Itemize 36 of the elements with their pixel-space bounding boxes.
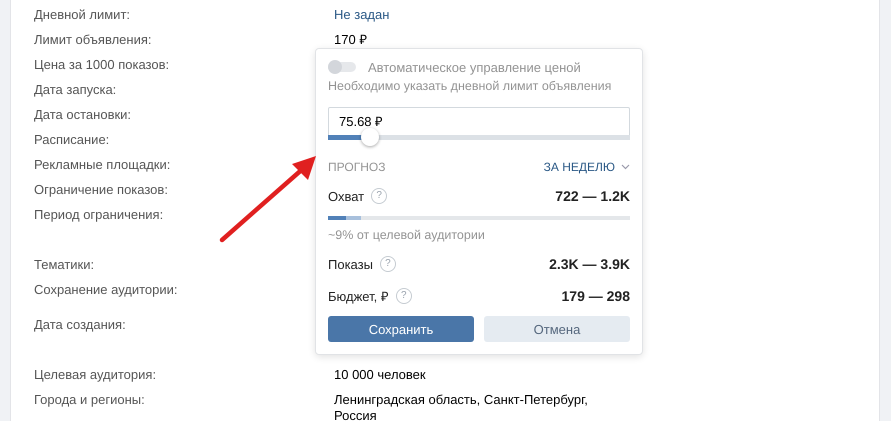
field-label: Дата создания: xyxy=(34,316,126,333)
help-icon[interactable]: ? xyxy=(380,256,396,272)
field-label: Целевая аудитория: xyxy=(34,366,156,383)
field-label: Дата остановки: xyxy=(34,106,132,123)
field-label: Период ограничения: xyxy=(34,206,164,223)
section-label: ПРОГНОЗ xyxy=(328,160,386,174)
field-label: Ограничение показов: xyxy=(34,181,168,198)
value-link[interactable]: Не задан xyxy=(334,4,390,23)
chevron-down-icon xyxy=(621,164,630,170)
metric-label: Охват xyxy=(328,188,364,204)
hint-text: Необходимо указать дневной лимит объявления xyxy=(328,79,612,93)
save-button[interactable]: Сохранить xyxy=(328,316,474,342)
period-dropdown[interactable]: ЗА НЕДЕЛЮ xyxy=(544,160,630,174)
field-label: Тематики: xyxy=(34,256,94,273)
help-icon[interactable]: ? xyxy=(371,188,388,204)
metric-label: Показы xyxy=(328,256,373,272)
metric-label: Бюджет, ₽ xyxy=(328,288,389,305)
field-value: Ленинградская область, Санкт-Петербург, Россия xyxy=(334,391,589,421)
metric-value: 722 — 1.2K xyxy=(555,188,630,204)
slider-thumb[interactable] xyxy=(361,128,380,146)
help-icon[interactable]: ? xyxy=(396,288,412,304)
field-label: Города и регионы: xyxy=(34,391,145,408)
field-label: Рекламные площадки: xyxy=(34,156,170,173)
field-label: Дата запуска: xyxy=(34,81,116,98)
field-label: Цена за 1000 показов: xyxy=(34,56,170,73)
field-value: 170 ₽ xyxy=(334,31,368,48)
cancel-button[interactable]: Отмена xyxy=(484,316,630,342)
field-value: 10 000 человек xyxy=(334,366,426,383)
field-label: Лимит объявления: xyxy=(34,31,152,48)
field-label: Расписание: xyxy=(34,131,110,148)
reach-note: ~9% от целевой аудитории xyxy=(328,228,486,242)
field-label: Дневной лимит: xyxy=(34,6,130,23)
field-label: Сохранение аудитории: xyxy=(34,281,178,298)
metric-value: 179 — 298 xyxy=(562,288,630,304)
toggle-label: Автоматическое управление ценой xyxy=(368,60,581,74)
metric-value: 2.3K — 3.9K xyxy=(549,256,630,272)
